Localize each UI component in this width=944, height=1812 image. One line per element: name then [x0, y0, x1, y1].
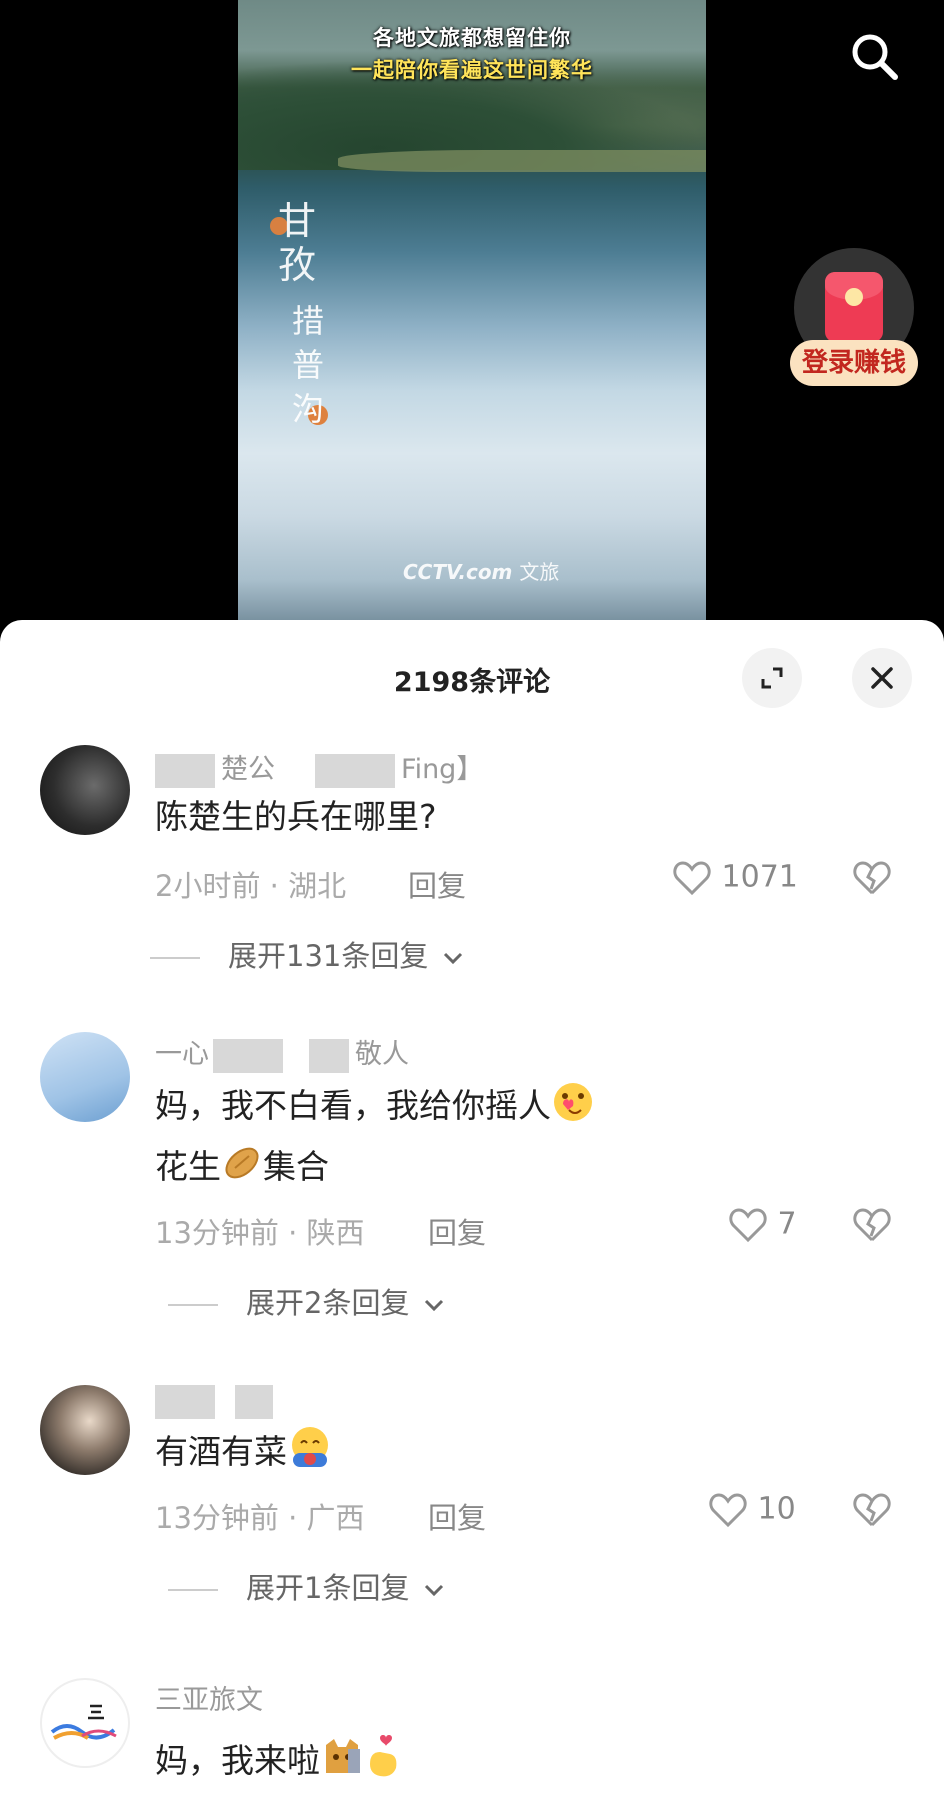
watermark-logo: CCTV.com [403, 560, 513, 584]
heart-icon [673, 861, 711, 896]
calligraphy-char: 沟 [292, 390, 325, 428]
comment-text: 妈，我不白看，我给你摇人 [155, 1080, 595, 1135]
dislike-button[interactable] [852, 1491, 892, 1529]
like-count: 7 [777, 1206, 797, 1242]
heart-icon [709, 1493, 747, 1528]
cctv-watermark: CCTV.com 文旅 [403, 556, 559, 585]
broken-heart-icon [853, 1208, 891, 1242]
reply-button[interactable]: 回复 [428, 1495, 486, 1537]
expand-replies[interactable]: 展开2条回复 [168, 1280, 445, 1322]
like-button[interactable]: 7 [728, 1206, 797, 1244]
heart-eyes-emoji-icon [551, 1080, 595, 1135]
comment-text: 有酒有菜 [155, 1425, 333, 1482]
comment-sheet: 2198条评论 楚公 Fing】 陈楚生的兵在哪里? 2小时前 · 湖北 回复 1… [0, 620, 944, 1812]
comment-text: 妈，我来啦 [155, 1734, 404, 1791]
close-button[interactable] [852, 648, 912, 708]
like-count: 10 [757, 1491, 796, 1527]
comment-time-location: 2小时前 · 湖北 [155, 869, 347, 903]
comment-count-title: 2198条评论 [393, 667, 551, 698]
chevron-down-icon [424, 1584, 443, 1597]
promo-label: 登录赚钱 [790, 340, 918, 386]
video-player[interactable]: 各地文旅都想留住你 一起陪你看遍这世间繁华 甘孜措普沟 CCTV.com 文旅 … [0, 0, 944, 630]
expand-replies-label: 展开131条回复 [228, 939, 429, 973]
expand-fullscreen-button[interactable] [742, 648, 802, 708]
finger-heart-emoji-icon [364, 1734, 404, 1791]
like-count: 1071 [721, 859, 798, 895]
broken-heart-icon [853, 1493, 891, 1527]
comment-username[interactable] [155, 1385, 279, 1419]
red-envelope-icon [825, 272, 883, 342]
dislike-button[interactable] [852, 859, 892, 897]
reply-button[interactable]: 回复 [408, 863, 466, 905]
hugging-face-emoji-icon [287, 1425, 333, 1482]
lake-shore [338, 150, 706, 172]
comment-text-line2: 花生 集合 [155, 1142, 329, 1195]
calligraphy-title: 甘孜措普沟 [270, 195, 338, 435]
avatar[interactable] [40, 1032, 130, 1122]
expand-replies[interactable]: 展开131条回复 [150, 933, 464, 975]
like-button[interactable]: 1071 [672, 859, 798, 897]
video-frame[interactable]: 各地文旅都想留住你 一起陪你看遍这世间繁华 甘孜措普沟 CCTV.com 文旅 [238, 0, 706, 630]
cat-emoji-icon [320, 1735, 364, 1790]
expand-icon [761, 667, 783, 689]
video-caption-line1: 各地文旅都想留住你 [373, 26, 571, 50]
watermark-text: 文旅 [519, 560, 560, 584]
avatar[interactable] [40, 745, 130, 835]
expand-replies-label: 展开2条回复 [246, 1286, 410, 1320]
comment-username[interactable]: 一心 敬人 [155, 1032, 409, 1073]
login-earn-promo[interactable]: 登录赚钱 [790, 248, 918, 396]
calligraphy-char: 孜 [278, 243, 317, 287]
comment-username[interactable]: 三亚旅文 [155, 1678, 263, 1717]
close-icon [871, 667, 893, 689]
peanut-emoji-icon [221, 1142, 263, 1195]
like-button[interactable]: 10 [708, 1491, 796, 1529]
broken-heart-icon [853, 861, 891, 895]
heart-icon [729, 1208, 767, 1243]
comment-username[interactable]: 楚公 Fing】 [155, 747, 483, 788]
comment-time-location: 13分钟前 · 陕西 [155, 1216, 365, 1250]
sanya-logo-icon [50, 1704, 117, 1740]
comment-text: 陈楚生的兵在哪里? [155, 797, 437, 836]
search-icon[interactable] [848, 30, 900, 82]
comment-time-location: 13分钟前 · 广西 [155, 1501, 365, 1535]
reply-button[interactable]: 回复 [428, 1210, 486, 1252]
chevron-down-icon [443, 952, 462, 965]
avatar[interactable] [40, 1385, 130, 1475]
chevron-down-icon [424, 1299, 443, 1312]
dislike-button[interactable] [852, 1206, 892, 1244]
avatar[interactable] [40, 1678, 130, 1768]
video-caption-line2: 一起陪你看遍这世间繁华 [351, 58, 593, 82]
expand-replies-label: 展开1条回复 [246, 1571, 410, 1605]
expand-replies[interactable]: 展开1条回复 [168, 1565, 445, 1607]
